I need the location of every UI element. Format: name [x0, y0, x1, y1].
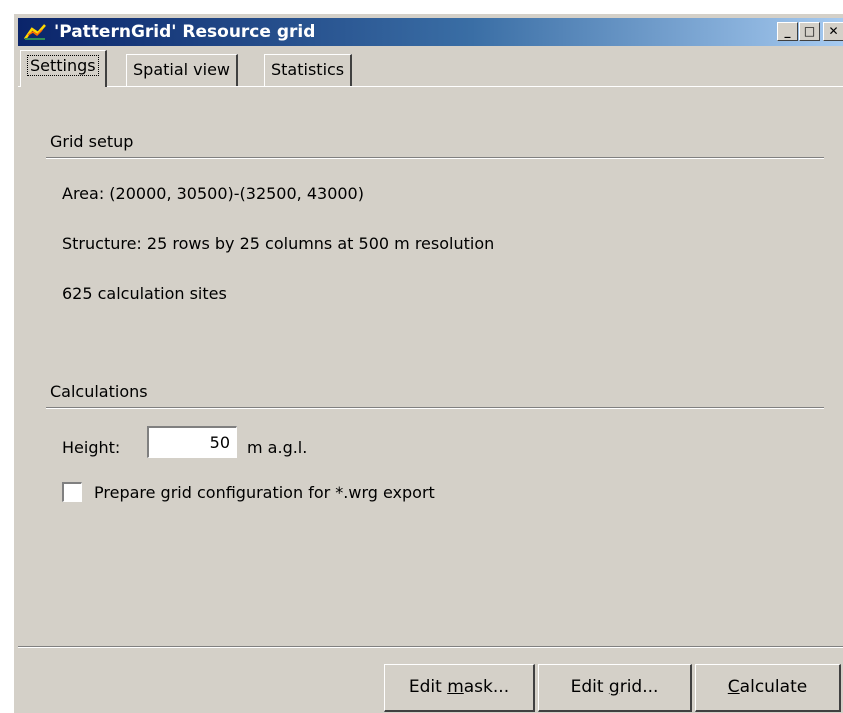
structure-text: Structure: 25 rows by 25 columns at 500 … [62, 234, 495, 253]
calculations-divider [46, 407, 824, 409]
calculations-heading: Calculations [50, 382, 148, 401]
grid-setup-divider [46, 157, 824, 159]
sites-count-text: 625 calculation sites [62, 284, 227, 303]
tab-settings[interactable]: Settings [20, 50, 107, 87]
edit-mask-label-post: ask... [463, 677, 510, 697]
tab-statistics[interactable]: Statistics [264, 54, 353, 86]
edit-mask-label-pre: Edit [408, 677, 448, 697]
edit-grid-button[interactable]: Edit grid... [538, 664, 692, 712]
maximize-button[interactable]: □ [799, 22, 820, 41]
height-unit-label: m a.g.l. [247, 438, 308, 457]
area-text: Area: (20000, 30500)-(32500, 43000) [62, 184, 364, 203]
wind-app-icon [24, 24, 46, 40]
close-button[interactable]: ✕ [823, 22, 843, 41]
tab-statistics-label: Statistics [271, 60, 345, 79]
edit-grid-accel: g [608, 677, 620, 697]
wrg-export-checkbox[interactable] [62, 482, 82, 502]
footer-divider [18, 646, 843, 648]
window-title: 'PatternGrid' Resource grid [54, 22, 316, 42]
height-input[interactable]: 50 [147, 426, 237, 458]
tab-settings-label: Settings [27, 55, 99, 76]
calculate-button[interactable]: Calculate [695, 664, 841, 712]
edit-grid-label-post: rid... [619, 677, 659, 697]
grid-setup-heading: Grid setup [50, 132, 134, 151]
edit-mask-button[interactable]: Edit mask... [384, 664, 535, 712]
wrg-export-label[interactable]: Prepare grid configuration for *.wrg exp… [94, 483, 435, 502]
title-bar[interactable]: 'PatternGrid' Resource grid _ □ ✕ [18, 18, 843, 46]
calculate-label-post: alculate [739, 677, 808, 697]
height-label: Height: [62, 438, 121, 457]
tab-spatial-view[interactable]: Spatial view [126, 54, 239, 86]
minimize-button[interactable]: _ [777, 22, 798, 41]
calculate-accel: C [727, 677, 740, 697]
edit-grid-label-pre: Edit [570, 677, 609, 697]
settings-panel [18, 86, 843, 646]
edit-mask-accel: m [447, 677, 464, 697]
resource-grid-window: 'PatternGrid' Resource grid _ □ ✕ Settin… [14, 14, 843, 713]
tab-spatial-view-label: Spatial view [133, 60, 231, 79]
